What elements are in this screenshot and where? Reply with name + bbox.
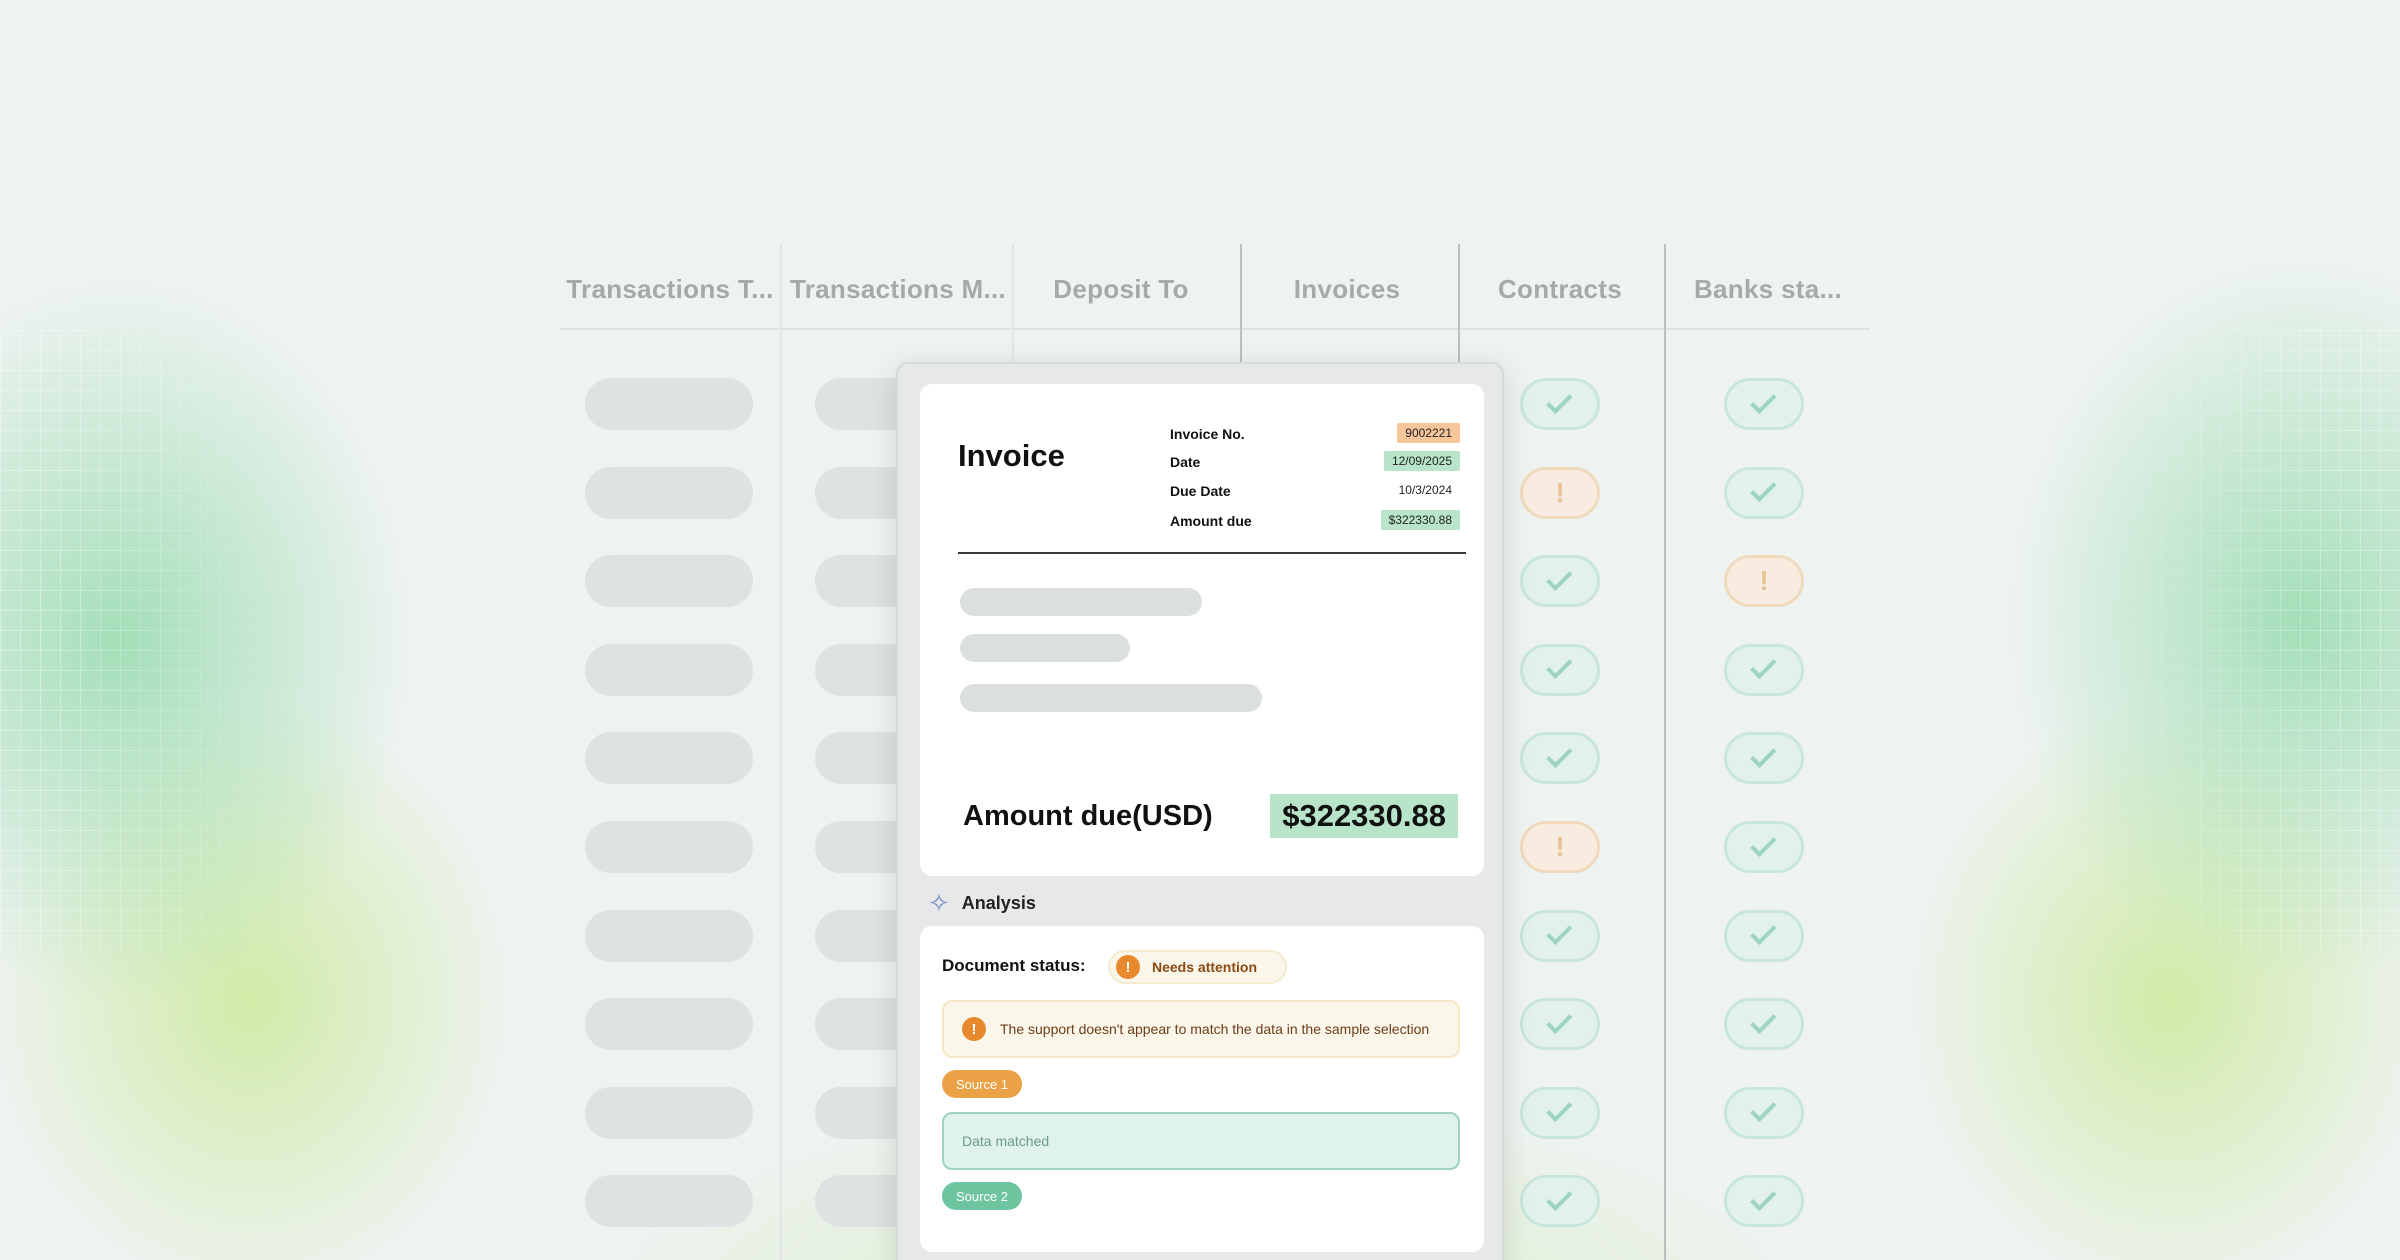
date-row: Date 12/09/2025: [1170, 451, 1460, 476]
column-divider: [1240, 244, 1242, 364]
status-ok-indicator[interactable]: [1724, 821, 1804, 873]
placeholder-line: [960, 588, 1202, 616]
warning-icon: !: [962, 1017, 986, 1041]
check-icon: [1750, 475, 1777, 503]
date-label: Date: [1170, 454, 1201, 470]
status-ok-indicator[interactable]: [1724, 998, 1804, 1051]
column-header-invoices[interactable]: Invoices: [1242, 274, 1452, 318]
check-icon: [1750, 1184, 1777, 1211]
check-icon: [1750, 830, 1777, 857]
column-header-transactions-type[interactable]: Transactions T...: [560, 274, 780, 318]
placeholder-cell: [585, 998, 753, 1051]
check-icon: [1750, 1096, 1777, 1123]
invoice-title: Invoice: [958, 438, 1065, 473]
check-icon: [1750, 741, 1777, 768]
status-ok-indicator[interactable]: [1724, 378, 1804, 430]
source-2-tag[interactable]: Source 2: [942, 1182, 1023, 1210]
status-ok-indicator[interactable]: [1724, 1086, 1804, 1139]
status-ok-indicator[interactable]: [1724, 909, 1804, 962]
due-date-row: Due Date 10/3/2024: [1170, 483, 1460, 505]
check-icon: [1546, 1096, 1573, 1123]
status-ok-indicator[interactable]: [1724, 466, 1804, 519]
check-icon: [1750, 1007, 1777, 1034]
invoice-analysis-card: Invoice Invoice No. 9002221 Date 12/09/2…: [896, 362, 1504, 1260]
date-value: 12/09/2025: [1383, 451, 1460, 471]
mismatch-alert: ! The support doesn't appear to match th…: [942, 1000, 1460, 1058]
invoice-number-value: 9002221: [1397, 423, 1460, 443]
status-ok-indicator[interactable]: [1520, 998, 1600, 1051]
check-icon: [1546, 387, 1573, 414]
check-icon: [1750, 387, 1777, 414]
status-ok-indicator[interactable]: [1724, 1175, 1804, 1228]
status-ok-indicator[interactable]: [1520, 1086, 1600, 1139]
placeholder-cell: [585, 643, 753, 696]
placeholder-cell: [585, 555, 753, 608]
status-ok-indicator[interactable]: [1520, 378, 1600, 430]
amount-due-usd-value: $322330.88: [1270, 794, 1458, 838]
column-divider: [780, 244, 782, 1260]
status-ok-indicator[interactable]: [1724, 732, 1804, 785]
data-matched-box: Data matched: [942, 1112, 1460, 1170]
exclamation-icon: !: [1759, 565, 1769, 597]
column-header-contracts[interactable]: Contracts: [1460, 274, 1660, 318]
status-ok-indicator[interactable]: [1724, 643, 1804, 696]
placeholder-cell: [585, 466, 753, 519]
status-ok-indicator[interactable]: [1520, 555, 1600, 608]
document-status-label: Document status:: [942, 956, 1086, 975]
column-header-deposit-to[interactable]: Deposit To: [1016, 274, 1226, 318]
amount-due-row: Amount due $322330.88: [1170, 510, 1460, 535]
placeholder-cell: [585, 1086, 753, 1139]
alert-text: The support doesn't appear to match the …: [1000, 1021, 1430, 1037]
invoice-document: Invoice Invoice No. 9002221 Date 12/09/2…: [920, 384, 1484, 876]
column-header-banks-statements[interactable]: Banks sta...: [1668, 274, 1868, 318]
placeholder-cell: [585, 732, 753, 785]
placeholder-cell: [585, 821, 753, 873]
column-divider: [1664, 244, 1666, 1260]
invoice-divider: [958, 552, 1466, 554]
status-ok-indicator[interactable]: [1520, 909, 1600, 962]
check-icon: [1750, 918, 1777, 946]
status-badge[interactable]: ! Needs attention: [1108, 950, 1288, 984]
check-icon: [1546, 741, 1573, 768]
check-icon: [1750, 653, 1777, 680]
analysis-panel: Document status: ! Needs attention ! The…: [920, 926, 1484, 1252]
status-badge-label: Needs attention: [1152, 959, 1258, 975]
placeholder-line: [960, 684, 1262, 712]
exclamation-icon: !: [1555, 831, 1565, 862]
invoice-number-label: Invoice No.: [1170, 426, 1245, 442]
amount-due-label: Amount due: [1170, 513, 1252, 529]
sparkle-icon: ✧: [928, 888, 950, 918]
analysis-title: Analysis: [961, 892, 1036, 913]
placeholder-cell: [585, 1175, 753, 1228]
amount-due-value: $322330.88: [1380, 510, 1460, 530]
status-warning-indicator[interactable]: !: [1520, 466, 1600, 519]
check-icon: [1546, 918, 1573, 946]
warning-icon: !: [1116, 955, 1140, 979]
source-1-tag[interactable]: Source 1: [942, 1070, 1023, 1098]
due-date-value: 10/3/2024: [1398, 483, 1452, 497]
header-divider: [560, 328, 1870, 330]
placeholder-cell: [585, 909, 753, 962]
status-ok-indicator[interactable]: [1520, 643, 1600, 696]
status-warning-indicator[interactable]: !: [1724, 555, 1804, 608]
placeholder-line: [960, 634, 1130, 662]
exclamation-icon: !: [1555, 476, 1565, 508]
invoice-number-row: Invoice No. 9002221: [1170, 423, 1460, 448]
status-ok-indicator[interactable]: [1520, 1175, 1600, 1228]
check-icon: [1546, 1184, 1573, 1211]
amount-due-usd-label: Amount due(USD): [963, 800, 1213, 832]
due-date-label: Due Date: [1170, 483, 1231, 499]
right-grid-pattern: [2100, 330, 2400, 950]
column-header-transactions-memo[interactable]: Transactions M...: [788, 274, 1008, 318]
check-icon: [1546, 653, 1573, 680]
placeholder-cell: [585, 378, 753, 430]
check-icon: [1546, 1007, 1573, 1034]
status-warning-indicator[interactable]: !: [1520, 821, 1600, 873]
check-icon: [1546, 564, 1573, 591]
status-ok-indicator[interactable]: [1520, 732, 1600, 785]
analysis-header: ✧ Analysis: [928, 888, 1036, 918]
left-grid-pattern: [0, 330, 300, 950]
